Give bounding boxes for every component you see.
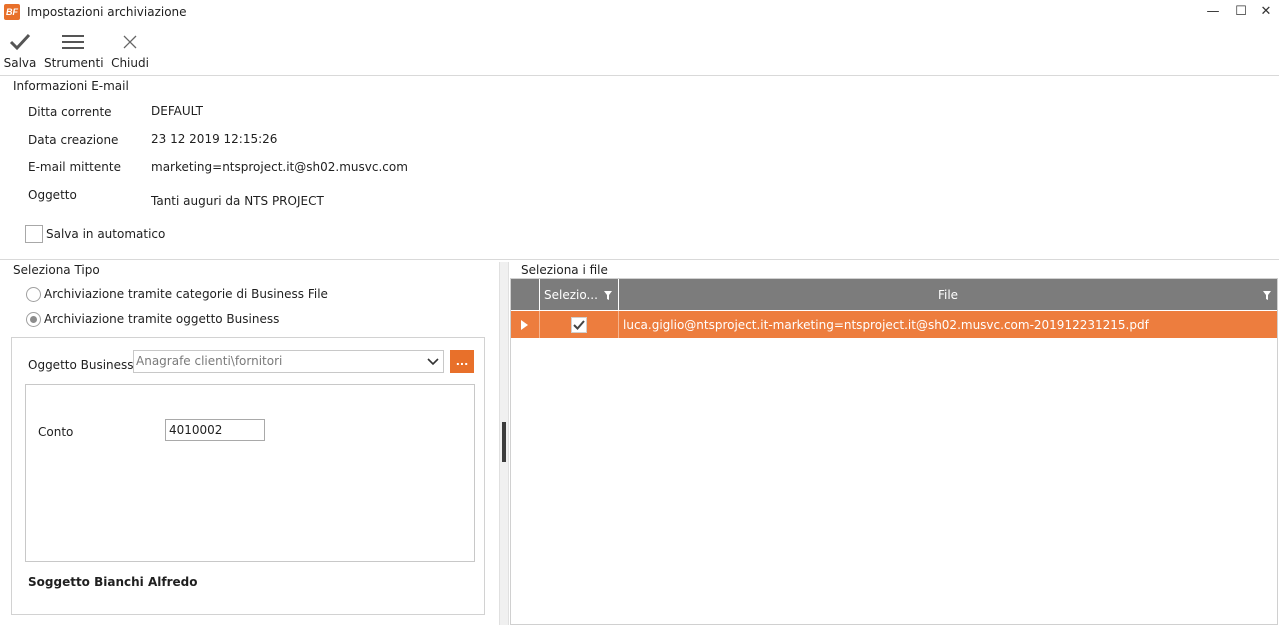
chevron-down-icon [427,355,439,370]
row-indicator-icon [521,319,528,333]
sender-value: marketing=ntsproject.it@sh02.musvc.com [151,160,408,174]
tools-button-label: Strumenti [44,56,104,70]
minimize-button[interactable]: — [1200,0,1226,24]
close-window-button[interactable]: ✕ [1253,0,1279,24]
filter-icon[interactable] [604,289,612,303]
title-bar [0,0,1279,26]
close-icon [110,30,150,54]
close-button[interactable]: Chiudi [110,30,150,72]
subject-label: Oggetto [28,188,77,202]
autosave-checkbox[interactable] [25,225,43,243]
column-header-select-label: Selezio... [544,288,598,302]
account-panel [25,384,475,562]
subject-name: Soggetto Bianchi Alfredo [28,575,198,589]
subject-value: Tanti auguri da NTS PROJECT [151,194,324,208]
files-section-title: Seleziona i file [521,263,608,277]
radio-business-object-label[interactable]: Archiviazione tramite oggetto Business [44,312,279,326]
account-label: Conto [38,425,74,439]
save-button[interactable]: Salva [2,30,38,72]
menu-icon [44,30,102,54]
column-header-file[interactable]: File [619,279,1277,310]
company-label: Ditta corrente [28,105,112,119]
type-section-title: Seleziona Tipo [13,263,100,277]
radio-categories-label[interactable]: Archiviazione tramite categorie di Busin… [44,287,328,301]
business-object-value: Anagrafe clienti\fornitori [136,354,283,368]
business-object-select[interactable]: Anagrafe clienti\fornitori [133,350,444,373]
tools-button[interactable]: Strumenti [44,30,104,72]
company-value: DEFAULT [151,104,203,118]
section-divider [0,259,1279,260]
app-logo-icon: BF [4,4,20,20]
toolbar-divider [0,75,1279,76]
email-info-title: Informazioni E-mail [13,79,129,93]
filter-icon[interactable] [1263,289,1271,303]
checkmark-icon [573,320,585,330]
maximize-button[interactable]: ☐ [1228,0,1254,24]
created-value: 23 12 2019 12:15:26 [151,132,278,146]
close-button-label: Chiudi [111,56,149,70]
window-title: Impostazioni archiviazione [27,5,187,19]
checkmark-icon [2,30,38,54]
radio-business-object[interactable] [26,312,41,327]
account-input[interactable]: 4010002 [165,419,265,441]
sender-label: E-mail mittente [28,160,121,174]
cell-divider [618,311,619,338]
browse-button[interactable]: ... [450,350,474,373]
splitter-handle[interactable] [502,422,506,462]
cell-divider [539,311,540,338]
save-button-label: Salva [3,56,37,70]
business-object-label: Oggetto Business [28,358,134,372]
file-name-cell: luca.giglio@ntsproject.it-marketing=ntsp… [623,318,1149,332]
radio-categories[interactable] [26,287,41,302]
column-header-select[interactable]: Selezio... [540,279,618,310]
row-indicator-header [511,279,539,310]
column-header-file-label: File [937,288,959,302]
created-label: Data creazione [28,133,119,147]
autosave-label: Salva in automatico [46,227,166,241]
row-select-checkbox[interactable] [571,317,587,333]
